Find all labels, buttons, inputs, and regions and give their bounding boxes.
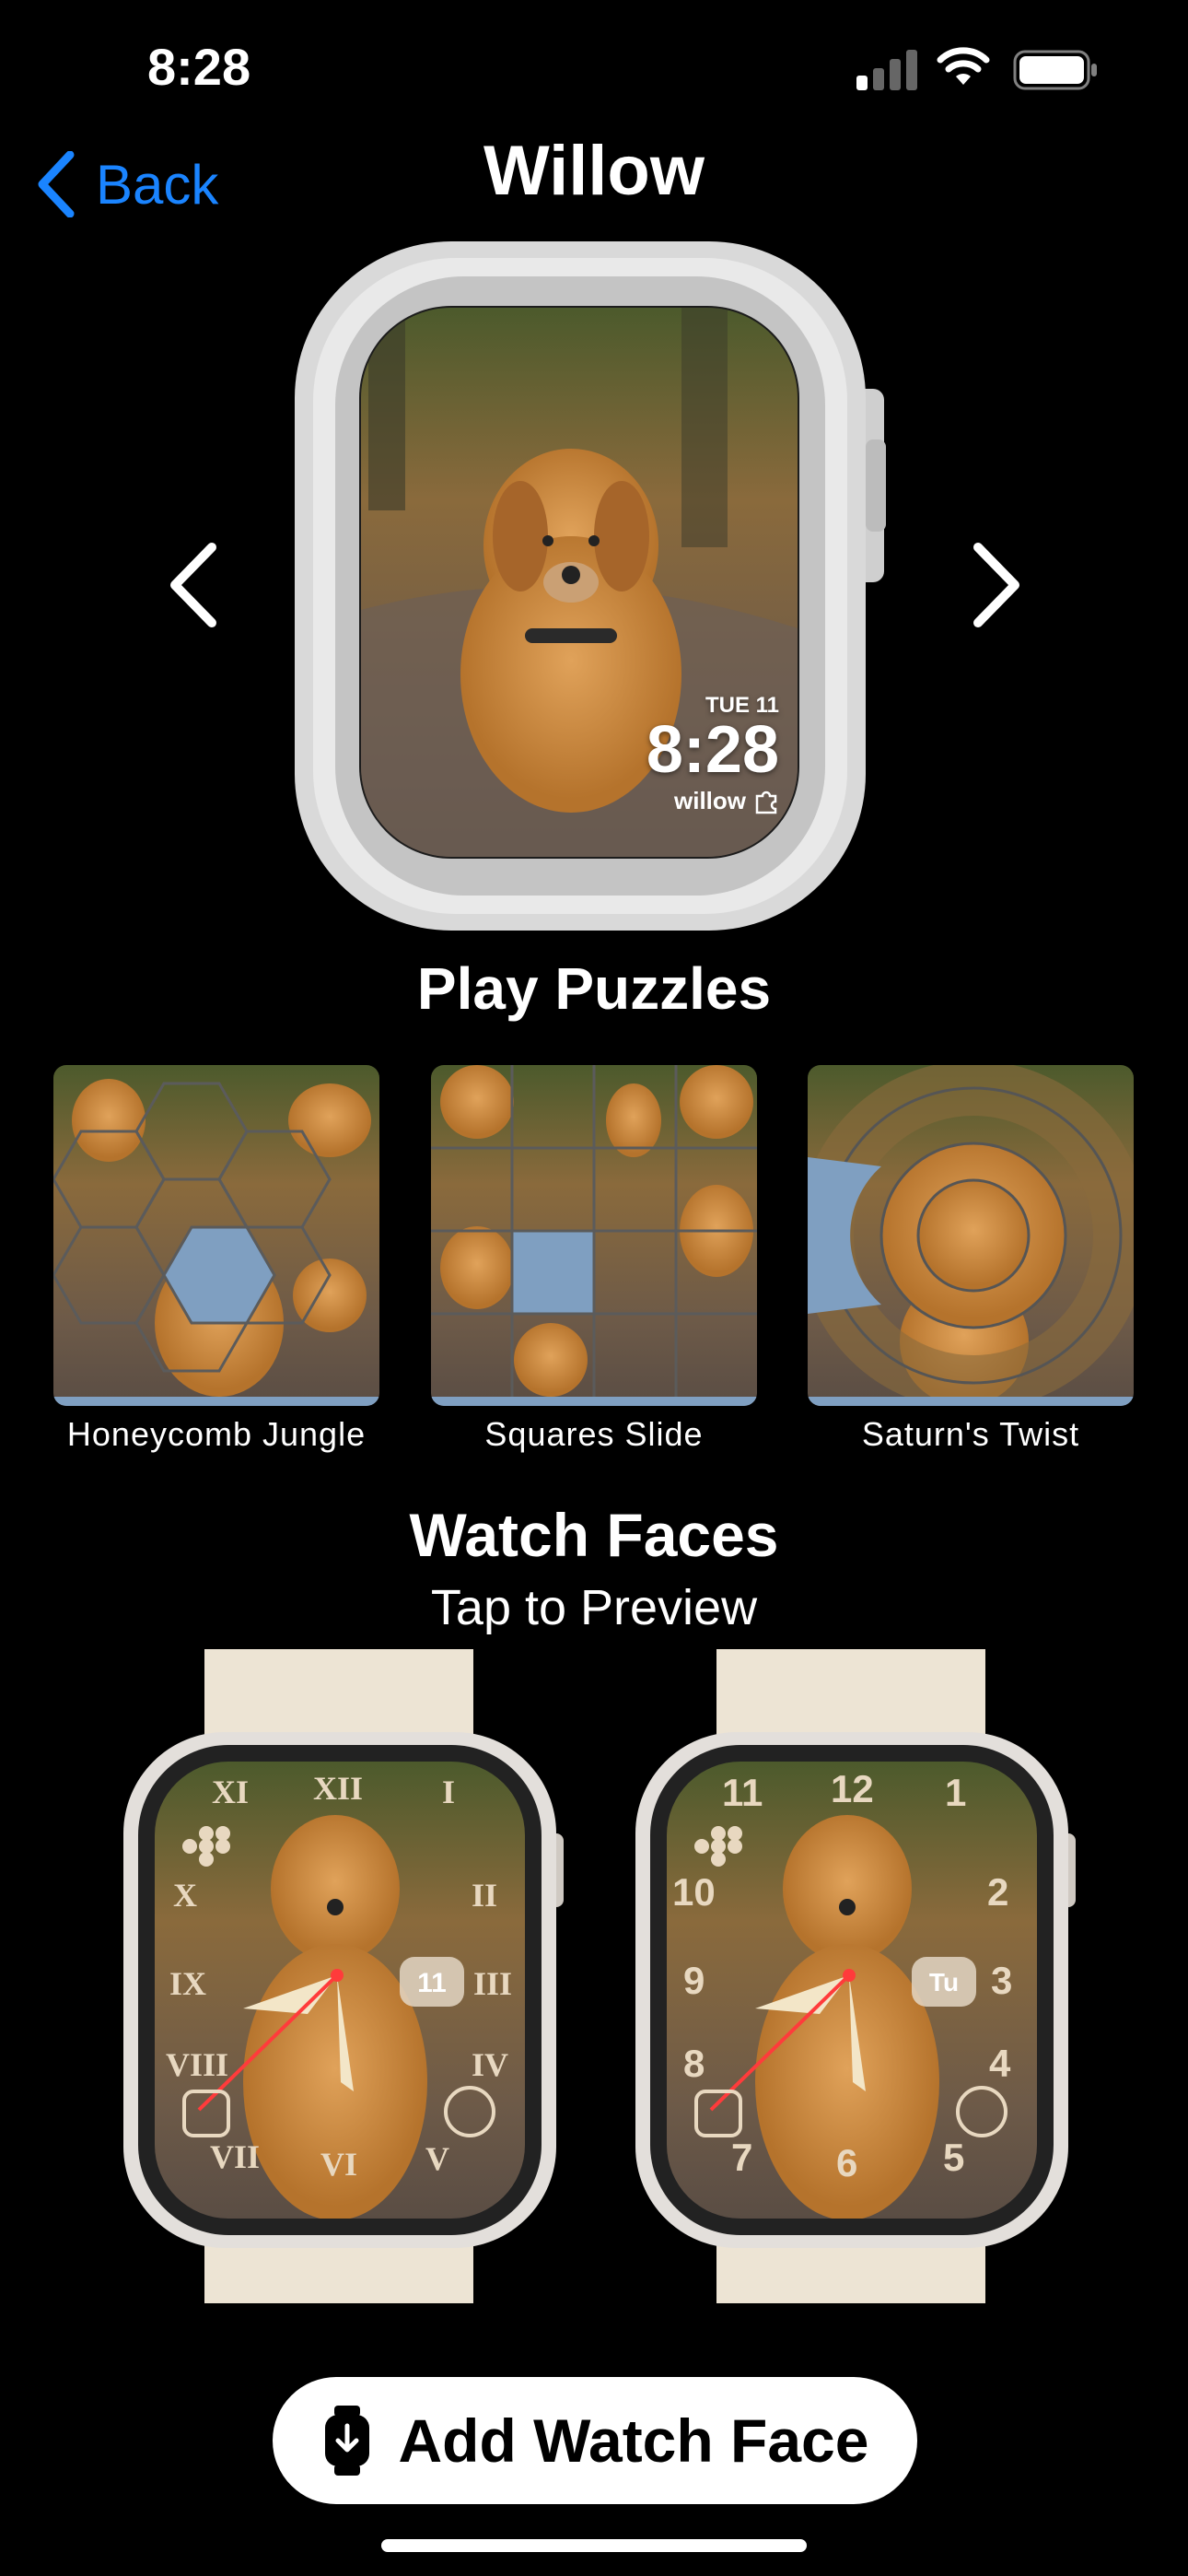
watch-download-icon — [324, 2406, 369, 2476]
numeral-9: 9 — [683, 1959, 705, 2002]
numeral-7: VII — [210, 2138, 261, 2175]
numeral-11: XI — [212, 1774, 250, 1810]
numeral-1: I — [442, 1774, 456, 1810]
puzzle-label-honeycomb: Honeycomb Jungle — [66, 1415, 367, 1453]
numeral-12: 12 — [831, 1767, 874, 1810]
page-title: Willow — [483, 132, 705, 210]
complication-day: Tu — [928, 1968, 960, 1996]
numeral-2: II — [472, 1877, 498, 1914]
battery-icon — [1013, 50, 1097, 90]
previous-arrow-button[interactable] — [158, 534, 232, 636]
numeral-8: VIII — [166, 2046, 229, 2083]
preview-name: willow — [674, 787, 746, 814]
complication-date: 11 — [417, 1968, 447, 1998]
saturn-thumbnail — [808, 1065, 1134, 1406]
honeycomb-thumbnail — [53, 1065, 379, 1406]
puzzle-card-honeycomb[interactable] — [53, 1065, 379, 1406]
add-watch-face-button[interactable]: Add Watch Face — [273, 2377, 917, 2504]
watch-ultra-case — [295, 241, 886, 931]
numeral-3: 3 — [991, 1959, 1013, 2002]
puzzle-label-squares: Squares Slide — [484, 1415, 704, 1453]
signal-icon — [856, 50, 917, 90]
squares-thumbnail — [431, 1065, 757, 1406]
watch-face-roman[interactable]: 11 XII I II III IV V VI VII VIII IX X XI — [123, 1649, 575, 2303]
numeral-11: 11 — [722, 1771, 763, 1814]
numeral-5: V — [425, 2140, 449, 2177]
numeral-10: 10 — [672, 1870, 716, 1914]
preview-time: 8:28 — [646, 713, 779, 787]
watch-preview: TUE 11 8:28 willow — [295, 241, 893, 931]
numeral-3: III — [473, 1965, 513, 2002]
home-indicator — [381, 2539, 807, 2552]
status-time: 8:28 — [147, 38, 251, 96]
numeral-8: 8 — [683, 2042, 705, 2085]
numeral-12: XII — [313, 1770, 364, 1807]
numeral-4: 4 — [989, 2042, 1011, 2085]
watch-faces-subheading: Tap to Preview — [430, 1580, 758, 1635]
puzzle-icon — [755, 790, 777, 814]
puzzles-heading: Play Puzzles — [416, 955, 772, 1022]
watch-face-arabic[interactable]: Tu 12 1 2 3 4 5 6 7 8 9 10 11 — [635, 1649, 1087, 2303]
puzzle-card-squares[interactable] — [431, 1065, 757, 1406]
numeral-7: 7 — [731, 2136, 753, 2179]
add-watch-face-label: Add Watch Face — [398, 2406, 869, 2475]
numeral-6: VI — [320, 2146, 358, 2183]
numeral-4: IV — [472, 2046, 509, 2083]
numeral-5: 5 — [943, 2136, 965, 2179]
numeral-1: 1 — [945, 1771, 967, 1814]
watch-faces-heading: Watch Faces — [409, 1501, 779, 1569]
puzzle-label-saturn: Saturn's Twist — [861, 1415, 1080, 1453]
puzzle-card-saturn[interactable] — [808, 1065, 1134, 1406]
numeral-6: 6 — [836, 2141, 858, 2184]
numeral-2: 2 — [987, 1870, 1009, 1914]
numeral-10: X — [173, 1877, 197, 1914]
wifi-icon — [937, 47, 990, 85]
next-arrow-button[interactable] — [958, 534, 1031, 636]
numeral-9: IX — [169, 1965, 207, 2002]
